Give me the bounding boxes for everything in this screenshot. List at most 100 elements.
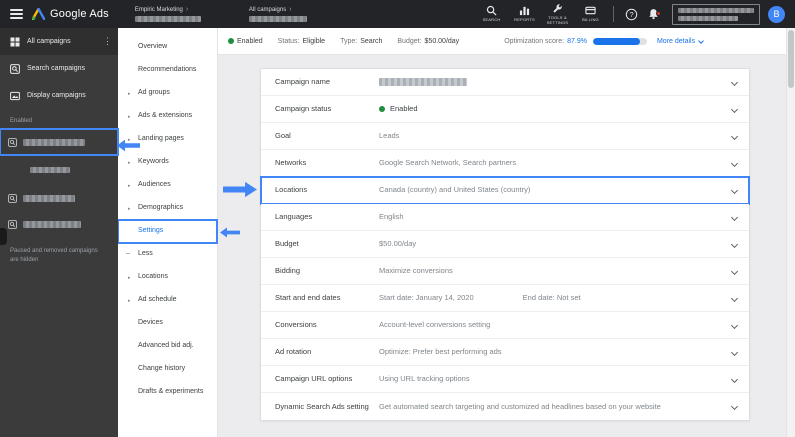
settings-row-ad-rotation[interactable]: Ad rotation Optimize: Prefer best perform… (261, 339, 749, 366)
setting-label: Budget (275, 239, 299, 249)
expand-arrow-icon: ▸ (128, 90, 131, 97)
setting-value-text: Google Search Network, Search partners (379, 158, 517, 168)
setting-value-text: Get automated search targeting and custo… (379, 401, 661, 411)
setting-value: Account-level conversions setting (379, 320, 722, 330)
chevron-down-icon[interactable] (730, 78, 739, 86)
nav-item-audiences[interactable]: ▸ Audiences (118, 174, 217, 197)
settings-row-campaign-status[interactable]: Campaign status Enabled (261, 96, 749, 123)
nav-item-less[interactable]: – Less (118, 243, 217, 266)
nav-item-ad-groups[interactable]: ▸ Ad groups (118, 82, 217, 105)
breadcrumb-campaigns[interactable]: All campaigns › (248, 6, 307, 22)
account-info[interactable] (672, 3, 760, 25)
nav-item-ads-extensions[interactable]: ▸ Ads & extensions (118, 105, 217, 128)
avatar[interactable]: B (768, 5, 785, 23)
nav-item-devices[interactable]: Devices (118, 312, 217, 335)
type-value: Search (360, 37, 383, 45)
settings-row-locations[interactable]: Locations Canada (country) and United Sta… (260, 176, 750, 205)
topnav-reports-button[interactable]: REPORTS (508, 0, 541, 28)
setting-label: Campaign name (275, 77, 331, 87)
settings-row-dynamic-search-ads-setting[interactable]: Dynamic Search Ads setting Get automated … (261, 393, 749, 420)
nav-item-ad-schedule[interactable]: ▸ Ad schedule (118, 289, 217, 312)
breadcrumb-account-label: Empiric Marketing (134, 6, 183, 13)
settings-row-budget[interactable]: Budget $50.00/day (261, 231, 749, 258)
nav-item-advanced-bid-adj[interactable]: Advanced bid adj. (118, 335, 217, 358)
optimization-value: 87.9% (567, 37, 587, 45)
chevron-down-icon[interactable] (730, 348, 739, 356)
chevron-down-icon[interactable] (730, 240, 739, 248)
nav-item-keywords[interactable]: ▸ Keywords (118, 151, 217, 174)
setting-value: Using URL tracking options (379, 374, 722, 384)
chevron-down-icon[interactable] (730, 321, 739, 329)
nav-item-label: Advanced bid adj. (138, 342, 194, 350)
nav-item-overview[interactable]: Overview (118, 36, 217, 59)
topnav-search-button[interactable]: SEARCH (475, 0, 508, 28)
redacted-account-number (678, 15, 738, 21)
setting-label: Dynamic Search Ads setting (275, 401, 369, 411)
settings-row-languages[interactable]: Languages English (261, 204, 749, 231)
redacted-campaign-name (379, 78, 467, 86)
nav-item-label: Overview (138, 43, 168, 51)
vertical-scrollbar[interactable] (786, 28, 795, 437)
campaign-item[interactable] (0, 211, 118, 237)
setting-label: Networks (275, 158, 307, 168)
setting-label: Locations (275, 185, 308, 195)
campaign-subitem[interactable] (0, 155, 118, 185)
nav-item-locations[interactable]: ▸ Locations (118, 266, 217, 289)
help-button[interactable]: ? (620, 8, 642, 21)
nav-item-label: Less (138, 250, 153, 258)
chevron-down-icon[interactable] (730, 267, 739, 275)
more-details-button[interactable]: More details (657, 38, 704, 45)
scrollbar-thumb[interactable] (788, 30, 794, 88)
nav-item-drafts-experiments[interactable]: Drafts & experiments (118, 381, 217, 404)
type-label: Type: (340, 37, 358, 45)
settings-row-campaign-name[interactable]: Campaign name (261, 69, 749, 96)
setting-value-text: Start date: January 14, 2020 (379, 293, 474, 303)
setting-value-text: Maximize conversions (379, 266, 453, 276)
nav-item-recommendations[interactable]: Recommendations (118, 59, 217, 82)
notifications-button[interactable] (642, 8, 664, 20)
sidebar-collapse-handle[interactable] (0, 228, 7, 245)
sidebar-item-label: Search campaigns (27, 65, 85, 72)
sidebar-item-all-campaigns[interactable]: All campaigns ⋮ (0, 28, 118, 55)
sidebar-item-label: All campaigns (27, 38, 71, 45)
setting-value (379, 78, 722, 86)
redacted-campaign-name (23, 138, 85, 146)
sidebar-item-display-campaigns[interactable]: Display campaigns (0, 82, 118, 109)
topnav-billing-button[interactable]: BILLING (574, 0, 607, 28)
chevron-down-icon[interactable] (730, 132, 739, 140)
chevron-down-icon[interactable] (730, 105, 739, 113)
redacted-campaign-name (23, 220, 81, 228)
settings-row-start-and-end-dates[interactable]: Start and end dates Start date: January 1… (261, 285, 749, 312)
more-options-icon[interactable]: ⋮ (103, 37, 112, 46)
campaign-item-selected[interactable] (0, 128, 119, 156)
sidebar-item-search-campaigns[interactable]: Search campaigns (0, 55, 118, 82)
chevron-down-icon[interactable] (730, 186, 739, 194)
chevron-down-icon[interactable] (730, 294, 739, 302)
settings-row-networks[interactable]: Networks Google Search Network, Search pa… (261, 150, 749, 177)
chevron-down-icon[interactable] (730, 213, 739, 221)
nav-item-settings[interactable]: Settings (117, 219, 218, 244)
settings-row-campaign-url-options[interactable]: Campaign URL options Using URL tracking o… (261, 366, 749, 393)
setting-label: Bidding (275, 266, 301, 276)
nav-item-change-history[interactable]: Change history (118, 358, 217, 381)
nav-item-demographics[interactable]: ▸ Demographics (118, 197, 217, 220)
redacted-campaign-name (23, 194, 75, 202)
setting-value-text: English (379, 212, 404, 222)
campaigns-sidebar: All campaigns ⋮ Search campaigns Display… (0, 28, 119, 437)
menu-icon[interactable] (10, 9, 23, 19)
settings-row-conversions[interactable]: Conversions Account-level conversions set… (261, 312, 749, 339)
settings-row-bidding[interactable]: Bidding Maximize conversions (261, 258, 749, 285)
chevron-down-icon[interactable] (730, 159, 739, 167)
chevron-down-icon[interactable] (730, 402, 739, 411)
search-icon (486, 5, 497, 16)
breadcrumb-account[interactable]: Empiric Marketing › (134, 6, 201, 22)
topnav-tools-settings-button[interactable]: TOOLS & SETTINGS (541, 0, 574, 28)
settings-row-goal[interactable]: Goal Leads (261, 123, 749, 150)
svg-text:?: ? (629, 10, 633, 19)
nav-item-label: Change history (138, 365, 186, 373)
campaign-item[interactable] (0, 185, 118, 211)
campaign-statusbar: Enabled Status: Eligible Type: Search Bu… (218, 28, 795, 55)
nav-item-landing-pages[interactable]: ▸ Landing pages (118, 128, 217, 151)
chevron-down-icon[interactable] (730, 375, 739, 383)
enabled-status[interactable]: Enabled (228, 38, 263, 45)
